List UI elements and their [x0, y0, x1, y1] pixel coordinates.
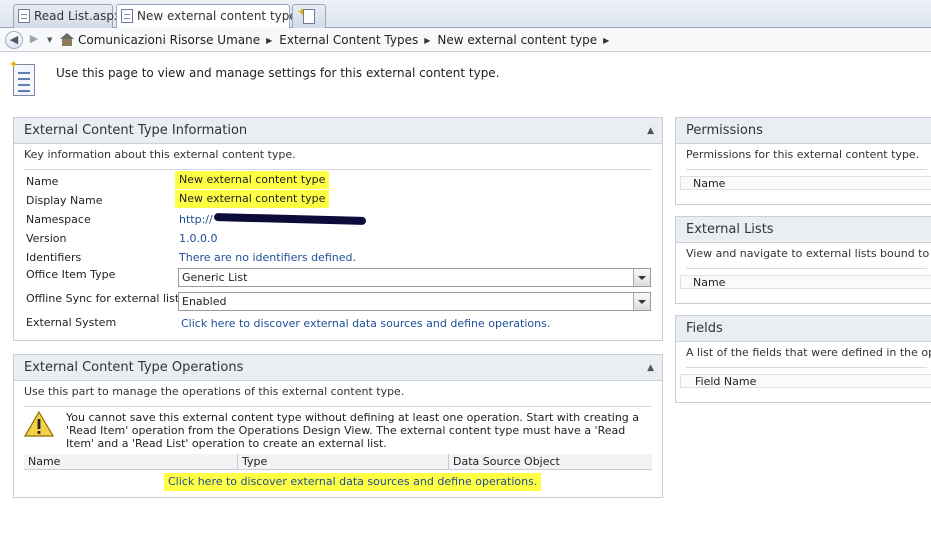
home-icon: [60, 33, 74, 46]
collapse-icon[interactable]: ▲: [647, 355, 654, 381]
breadcrumb-item-current[interactable]: New external content type: [437, 33, 597, 47]
external-lists-panel: External Lists View and navigate to exte…: [675, 216, 931, 304]
namespace-text: http://: [179, 213, 213, 226]
tab-new-external-content-type[interactable]: New external content type *: [116, 4, 307, 29]
operations-grid-header: Name Type Data Source Object: [24, 454, 652, 470]
fields-panel-title: Fields: [686, 321, 723, 336]
external-system-link[interactable]: Click here to discover external data sou…: [181, 317, 550, 330]
info-panel-description: Key information about this external cont…: [24, 148, 296, 161]
forward-button[interactable]: ▶: [25, 31, 43, 49]
column-data-source-object[interactable]: Data Source Object: [453, 455, 560, 468]
breadcrumb: Comunicazioni Risorse Umane ▶ External Con…: [60, 28, 616, 52]
content-type-page-icon: [121, 9, 133, 23]
aspx-page-icon: [18, 9, 30, 23]
operations-panel: External Content Type Operations ▲ Use t…: [13, 354, 663, 498]
breadcrumb-item-external-content-types[interactable]: External Content Types: [279, 33, 418, 47]
permissions-panel-header[interactable]: Permissions: [676, 118, 931, 144]
office-item-type-select[interactable]: Generic List: [178, 268, 651, 287]
name-value[interactable]: New external content type: [175, 171, 330, 189]
display-name-value[interactable]: New external content type: [175, 190, 330, 208]
tab-label: New external content type *: [137, 9, 307, 23]
redaction-mark: [213, 213, 367, 225]
permissions-grid-header: Name: [680, 176, 931, 190]
offline-sync-label: Offline Sync for external list: [26, 292, 180, 305]
intro-text: Use this page to view and manage setting…: [56, 66, 500, 80]
operations-panel-description: Use this part to manage the operations o…: [24, 385, 405, 398]
back-button[interactable]: ◀: [5, 31, 23, 49]
sparkle-icon: ✦: [9, 58, 19, 71]
info-panel: External Content Type Information ▲ Key …: [13, 117, 663, 341]
warning-message: You cannot save this external content ty…: [66, 411, 640, 450]
breadcrumb-separator-icon[interactable]: ▶: [266, 29, 272, 53]
warning-icon: [24, 411, 54, 437]
new-tab-button[interactable]: ✦: [292, 4, 326, 28]
fields-grid-header: Field Name: [680, 374, 931, 388]
column-name[interactable]: Name: [28, 455, 60, 468]
fields-panel-header[interactable]: Fields: [676, 316, 931, 342]
name-value-text: New external content type: [175, 171, 330, 189]
column-divider: [448, 454, 449, 469]
tab-read-list[interactable]: Read List.aspx: [13, 4, 121, 28]
external-lists-panel-description: View and navigate to external lists boun…: [686, 247, 931, 260]
discover-operations-link[interactable]: Click here to discover external data sou…: [164, 473, 542, 491]
namespace-value[interactable]: http://: [179, 213, 213, 226]
version-value[interactable]: 1.0.0.0: [179, 232, 217, 245]
forward-arrow-icon: ▶: [29, 32, 39, 45]
external-content-type-icon: ✦: [9, 58, 35, 96]
identifiers-label: Identifiers: [26, 251, 82, 264]
tab-strip: Read List.aspx New external content type…: [0, 0, 931, 29]
external-lists-panel-title: External Lists: [686, 222, 774, 237]
back-arrow-icon: ◀: [9, 33, 19, 46]
collapse-icon[interactable]: ▲: [647, 118, 654, 144]
navigation-bar: ◀ ▶ ▼ Comunicazioni Risorse Umane ▶ Extern…: [0, 28, 931, 52]
operations-panel-header[interactable]: External Content Type Operations ▲: [14, 355, 662, 381]
office-item-type-label: Office Item Type: [26, 268, 116, 281]
breadcrumb-item-site[interactable]: Comunicazioni Risorse Umane: [78, 33, 260, 47]
history-dropdown-icon[interactable]: ▼: [47, 36, 52, 44]
display-name-value-text: New external content type: [175, 190, 330, 208]
dropdown-arrow-icon[interactable]: [633, 293, 650, 310]
breadcrumb-separator-icon[interactable]: ▶: [603, 29, 609, 53]
external-lists-panel-header[interactable]: External Lists: [676, 217, 931, 243]
discover-operations-link-text: Click here to discover external data sou…: [164, 473, 542, 491]
namespace-label: Namespace: [26, 213, 91, 226]
column-divider: [237, 454, 238, 469]
divider: [686, 268, 927, 269]
name-label: Name: [26, 175, 59, 188]
breadcrumb-separator-icon[interactable]: ▶: [424, 29, 430, 53]
column-name[interactable]: Name: [693, 177, 725, 190]
permissions-panel: Permissions Permissions for this externa…: [675, 117, 931, 205]
external-lists-grid-header: Name: [680, 275, 931, 289]
fields-panel-description: A list of the fields that were defined i…: [686, 346, 931, 359]
display-name-label: Display Name: [26, 194, 103, 207]
column-type[interactable]: Type: [242, 455, 267, 468]
tab-label: Read List.aspx: [34, 9, 122, 23]
identifiers-value[interactable]: There are no identifiers defined.: [179, 251, 356, 264]
version-label: Version: [26, 232, 67, 245]
divider: [24, 406, 652, 407]
divider: [686, 169, 927, 170]
permissions-panel-description: Permissions for this external content ty…: [686, 148, 920, 161]
new-document-icon: [303, 9, 315, 24]
divider: [24, 169, 652, 170]
operations-panel-title: External Content Type Operations: [24, 360, 244, 375]
external-system-label: External System: [26, 316, 117, 329]
permissions-panel-title: Permissions: [686, 123, 763, 138]
info-panel-header[interactable]: External Content Type Information ▲: [14, 118, 662, 144]
info-panel-title: External Content Type Information: [24, 123, 248, 138]
fields-panel: Fields A list of the fields that were de…: [675, 315, 931, 403]
divider: [686, 367, 927, 368]
offline-sync-selected: Enabled: [182, 295, 227, 308]
office-item-type-selected: Generic List: [182, 271, 248, 284]
column-name[interactable]: Name: [693, 276, 725, 289]
dropdown-arrow-icon[interactable]: [633, 269, 650, 286]
offline-sync-select[interactable]: Enabled: [178, 292, 651, 311]
column-field-name[interactable]: Field Name: [695, 375, 756, 388]
